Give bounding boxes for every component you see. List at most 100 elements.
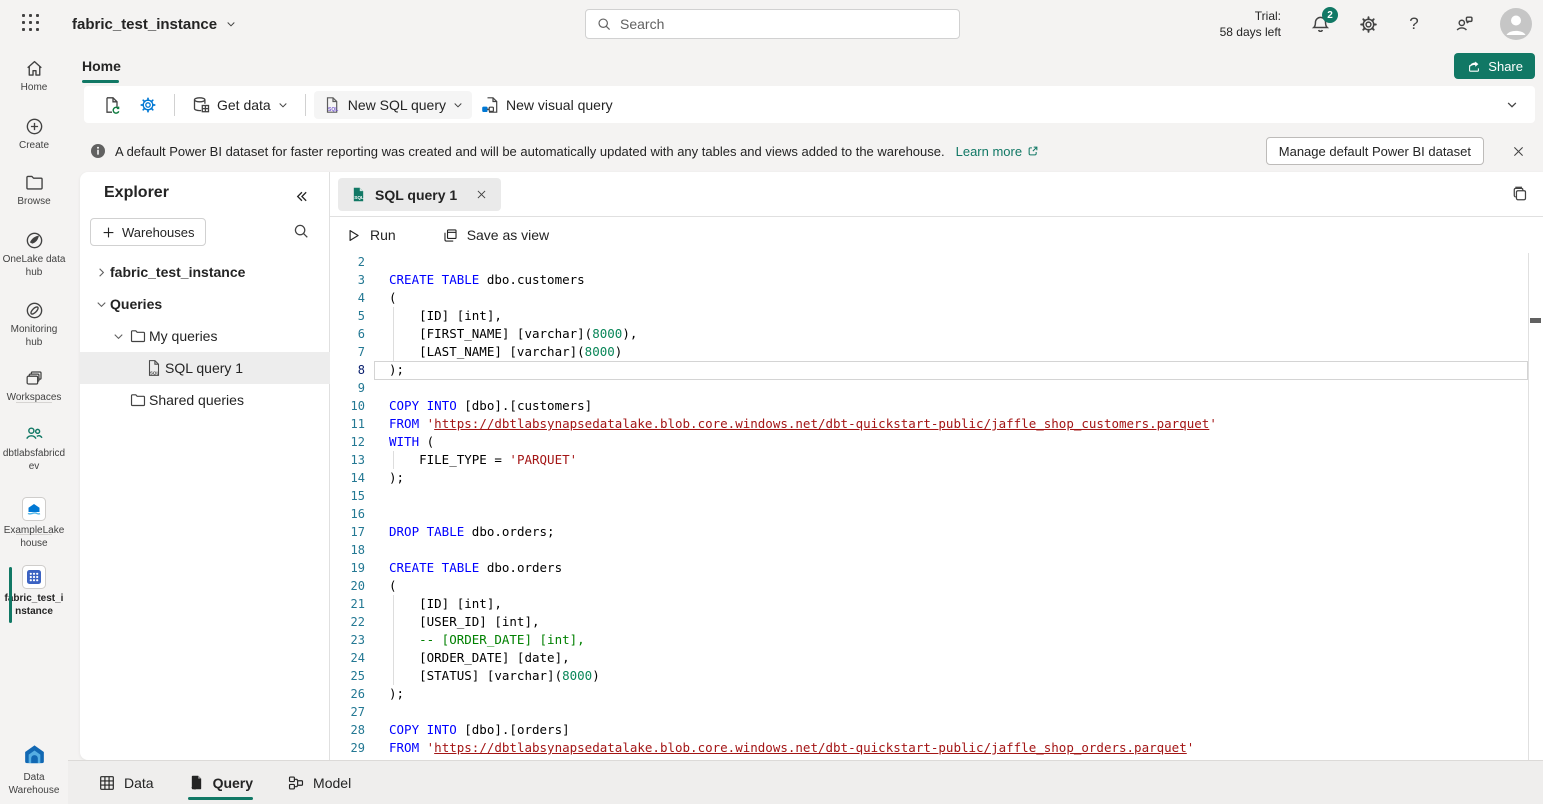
code-line-14[interactable]: 14); [330, 469, 1543, 487]
tree-item-sql-query-1[interactable]: SQLSQL query 1 [80, 352, 330, 384]
new-sql-query-button[interactable]: SQL New SQL query [314, 91, 472, 119]
workspace-switcher[interactable]: fabric_test_instance [72, 0, 237, 48]
code-line-18[interactable]: 18 [330, 541, 1543, 559]
code-line-6[interactable]: 6 [FIRST_NAME] [varchar](8000), [330, 325, 1543, 343]
share-button[interactable]: Share [1454, 53, 1535, 79]
banner-close-icon[interactable] [1503, 136, 1533, 166]
line-number: 7 [330, 343, 374, 361]
rail-item-monitoring-hub[interactable]: Monitoring hub [0, 300, 68, 349]
code-line-3[interactable]: 3CREATE TABLE dbo.customers [330, 271, 1543, 289]
tree-chevron-down-icon[interactable] [93, 297, 110, 312]
code-line-17[interactable]: 17DROP TABLE dbo.orders; [330, 523, 1543, 541]
code-line-10[interactable]: 10COPY INTO [dbo].[customers] [330, 397, 1543, 415]
code-line-25[interactable]: 25 [STATUS] [varchar](8000) [330, 667, 1543, 685]
code-line-27[interactable]: 27 [330, 703, 1543, 721]
settings-button[interactable] [130, 91, 166, 119]
code-line-23[interactable]: 23 -- [ORDER_DATE] [int], [330, 631, 1543, 649]
feedback-icon[interactable] [1453, 13, 1475, 35]
code-text: -- [ORDER_DATE] [int], [389, 631, 585, 649]
refresh-dataset-button[interactable] [94, 91, 130, 119]
code-line-16[interactable]: 16 [330, 505, 1543, 523]
view-tab-query[interactable]: Query [188, 761, 253, 804]
code-line-11[interactable]: 11FROM 'https://dbtlabsynapsedatalake.bl… [330, 415, 1543, 433]
line-number: 19 [330, 559, 374, 577]
tree-chevron-right-icon[interactable] [93, 265, 110, 280]
query-command-bar: Run Save as view [330, 217, 1543, 253]
rail-item-fabric-test-instance[interactable]: fabric_test_instance [0, 564, 68, 618]
line-number: 16 [330, 505, 374, 523]
rail-item-home[interactable]: Home [0, 58, 68, 95]
query-tab-title: SQL query 1 [375, 187, 457, 203]
code-line-2[interactable]: 2 [330, 253, 1543, 271]
app-launcher-icon[interactable] [22, 14, 42, 34]
rail-item-data-warehouse[interactable]: Data Warehouse [0, 742, 68, 797]
code-text: CREATE TABLE dbo.orders [389, 559, 562, 577]
rail-item-label: OneLake data hub [2, 254, 66, 279]
tree-chevron-down-icon[interactable] [110, 329, 127, 344]
toolbar-overflow-chevron-icon[interactable] [1505, 98, 1519, 112]
tree-item-my-queries[interactable]: My queries [80, 320, 330, 352]
code-line-15[interactable]: 15 [330, 487, 1543, 505]
tree-item-queries[interactable]: Queries [80, 288, 330, 320]
code-line-19[interactable]: 19 CREATE TABLE dbo.orders [330, 559, 1543, 577]
code-line-26[interactable]: 26); [330, 685, 1543, 703]
code-line-4[interactable]: 4( [330, 289, 1543, 307]
indent-guide [393, 649, 394, 667]
view-tab-data[interactable]: Data [98, 761, 154, 804]
rail-item-workspace-dbtlabsfabricdev[interactable]: dbtlabsfabricdev [0, 423, 68, 473]
code-line-9[interactable]: 9 [330, 379, 1543, 397]
tree-item-fabric-test-instance[interactable]: fabric_test_instance [80, 256, 330, 288]
add-warehouses-button[interactable]: Warehouses [90, 218, 206, 246]
run-button[interactable]: Run [345, 227, 396, 244]
explorer-tree: fabric_test_instanceQueriesMy queriesSQL… [80, 256, 330, 416]
user-avatar[interactable] [1500, 8, 1532, 40]
help-icon[interactable]: ? [1403, 13, 1425, 35]
code-line-5[interactable]: 5 [ID] [int], [330, 307, 1543, 325]
svg-text:SQL: SQL [150, 370, 160, 375]
toolbar-row: Get data SQL New SQL query New visual qu… [68, 84, 1543, 130]
save-as-view-button[interactable]: Save as view [442, 227, 549, 244]
line-number: 6 [330, 325, 374, 343]
sql-code-editor[interactable]: 23CREATE TABLE dbo.customers4(5 [ID] [in… [330, 253, 1543, 760]
rail-item-label: Workspaces [2, 392, 66, 405]
code-line-29[interactable]: 29FROM 'https://dbtlabsynapsedatalake.bl… [330, 739, 1543, 757]
copy-icon[interactable] [1509, 184, 1529, 204]
get-data-label: Get data [217, 97, 271, 113]
tab-sql-query-1[interactable]: SQL SQL query 1 [338, 178, 501, 211]
code-line-20[interactable]: 20( [330, 577, 1543, 595]
warehouse-tile-icon [21, 564, 47, 590]
tab-close-icon[interactable] [473, 187, 489, 203]
code-line-28[interactable]: 28COPY INTO [dbo].[orders] [330, 721, 1543, 739]
explorer-search-icon[interactable] [291, 221, 311, 241]
database-icon [191, 95, 211, 115]
gear-blue-icon [138, 95, 158, 115]
rail-item-create[interactable]: Create [0, 116, 68, 153]
new-visual-query-button[interactable]: New visual query [472, 91, 621, 119]
code-line-13[interactable]: 13 FILE_TYPE = 'PARQUET' [330, 451, 1543, 469]
rail-item-examplelakehouse[interactable]: ExampleLakehouse [0, 496, 68, 550]
line-number: 29 [330, 739, 374, 757]
code-line-7[interactable]: 7 [LAST_NAME] [varchar](8000) [330, 343, 1543, 361]
learn-more-link[interactable]: Learn more [956, 144, 1040, 159]
code-line-24[interactable]: 24 [ORDER_DATE] [date], [330, 649, 1543, 667]
get-data-button[interactable]: Get data [183, 91, 297, 119]
code-line-21[interactable]: 21 [ID] [int], [330, 595, 1543, 613]
settings-gear-icon[interactable] [1357, 13, 1379, 35]
rail-item-workspaces[interactable]: Workspaces [0, 368, 68, 405]
tab-home[interactable]: Home [82, 48, 121, 84]
toolbar: Get data SQL New SQL query New visual qu… [84, 86, 1535, 123]
query-doc-icon [188, 774, 205, 791]
view-tab-model[interactable]: Model [287, 761, 351, 804]
tree-item-shared-queries[interactable]: Shared queries [80, 384, 330, 416]
query-editor-column: SQL SQL query 1 Run Save as view 23CREAT… [330, 172, 1543, 760]
rail-item-browse[interactable]: Browse [0, 172, 68, 209]
rail-item-onelake-data-hub[interactable]: OneLake data hub [0, 230, 68, 279]
code-line-22[interactable]: 22 [USER_ID] [int], [330, 613, 1543, 631]
collapse-panel-icon[interactable] [291, 186, 311, 206]
code-line-8[interactable]: 8); [330, 361, 1543, 379]
manage-default-dataset-button[interactable]: Manage default Power BI dataset [1266, 137, 1484, 165]
view-tab-label: Data [124, 775, 154, 791]
search-input[interactable]: Search [585, 9, 960, 39]
code-text: [STATUS] [varchar](8000) [389, 667, 600, 685]
code-line-12[interactable]: 12WITH ( [330, 433, 1543, 451]
